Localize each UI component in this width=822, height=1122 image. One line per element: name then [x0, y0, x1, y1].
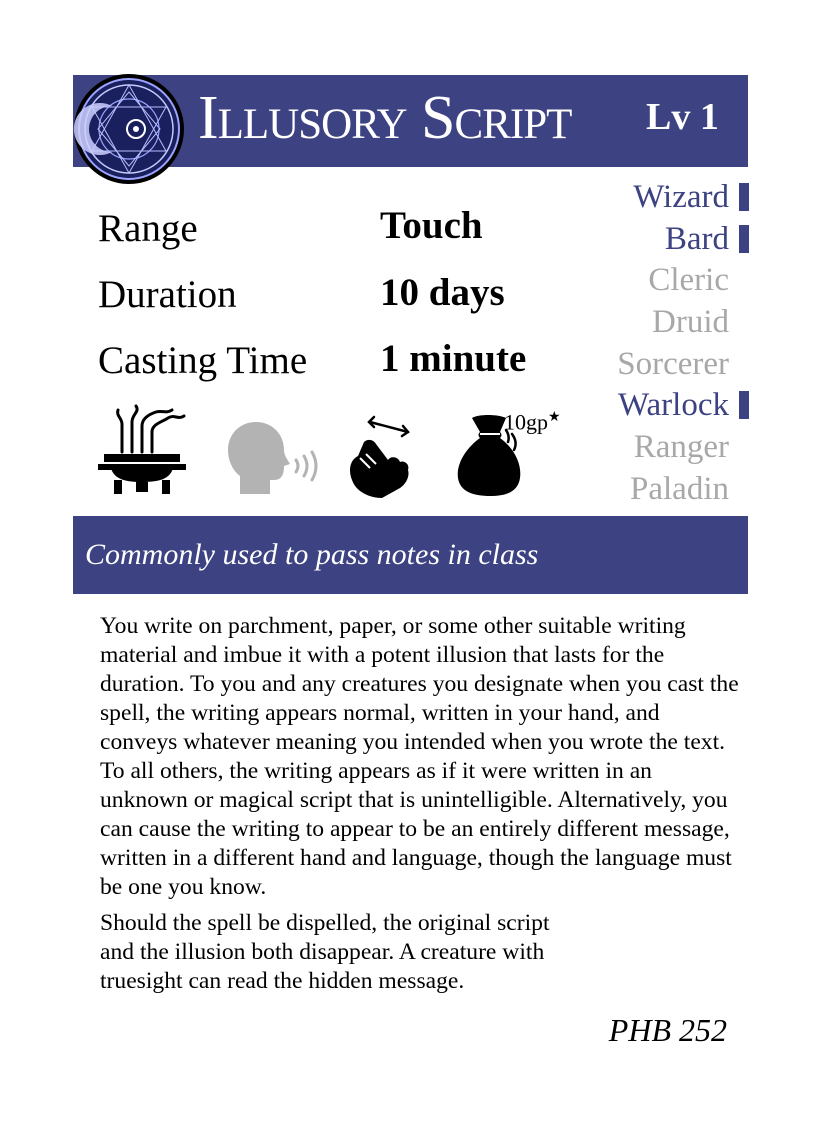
spell-title: Illusory Script: [198, 84, 572, 152]
hand-gesture-icon: [350, 415, 410, 498]
class-item-druid: Druid: [589, 302, 749, 344]
class-marker: [739, 224, 749, 253]
source-reference: PHB 252: [608, 1012, 727, 1048]
casting-time-label: Casting Time: [98, 339, 308, 382]
class-name: Warlock: [618, 387, 729, 424]
duration-value: 10 days: [380, 271, 505, 314]
class-item-cleric: Cleric: [589, 260, 749, 302]
description-paragraph: Should the spell be dispelled, the origi…: [100, 910, 550, 994]
class-name: Bard: [664, 220, 729, 257]
school-emblem-icon: [73, 74, 184, 184]
class-name: Paladin: [630, 470, 729, 507]
spell-subtitle: Commonly used to pass notes in class: [85, 538, 539, 571]
speaking-head-icon: [228, 422, 318, 494]
description-paragraph: You write on parchment, paper, or some o…: [100, 613, 739, 900]
range-label: Range: [98, 207, 198, 250]
class-name: Ranger: [633, 429, 729, 466]
material-cost: 10gp★: [504, 404, 561, 436]
range-value: Touch: [380, 204, 483, 247]
class-list: Wizard Bard Cleric Druid Sorcerer Warloc…: [589, 177, 749, 511]
class-item-warlock: Warlock: [589, 385, 749, 427]
incense-burner-icon: [98, 404, 186, 494]
class-name: Sorcerer: [617, 345, 729, 382]
class-item-bard: Bard: [589, 219, 749, 261]
class-name: Cleric: [648, 262, 729, 299]
class-marker: [739, 391, 749, 420]
class-item-sorcerer: Sorcerer: [589, 344, 749, 386]
material-cost-value: 10gp: [504, 409, 548, 435]
spell-description: You write on parchment, paper, or some o…: [100, 612, 740, 1003]
material-cost-mark: ★: [548, 410, 561, 425]
class-item-ranger: Ranger: [589, 427, 749, 469]
duration-label: Duration: [98, 273, 237, 316]
class-item-wizard: Wizard: [589, 177, 749, 219]
class-name: Wizard: [633, 179, 729, 215]
class-name: Druid: [652, 304, 729, 341]
spell-level: Lv 1: [646, 96, 719, 138]
class-item-paladin: Paladin: [589, 469, 749, 511]
casting-time-value: 1 minute: [380, 337, 527, 380]
class-marker: [739, 183, 749, 211]
